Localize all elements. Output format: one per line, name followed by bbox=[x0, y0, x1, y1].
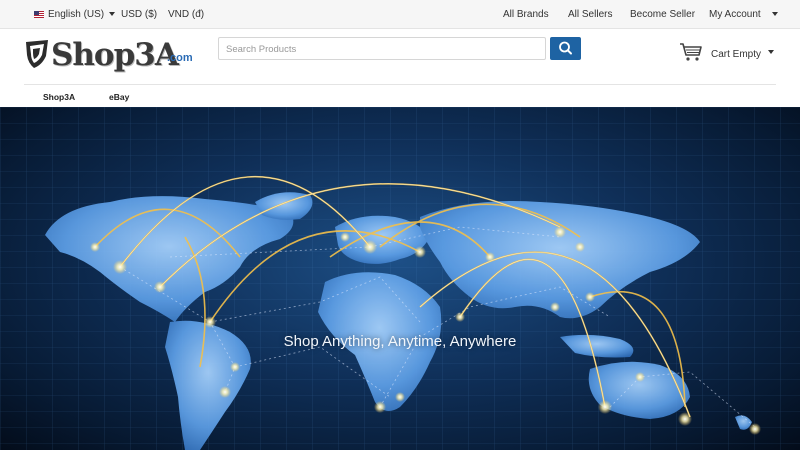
cart-button[interactable]: Cart Empty bbox=[679, 42, 779, 62]
cart-label: Cart Empty bbox=[711, 49, 762, 60]
all-sellers-link[interactable]: All Sellers bbox=[568, 9, 612, 20]
tab-shop3a[interactable]: Shop3A bbox=[43, 92, 75, 102]
site-header: Shop3A .com Search Products Cart Empty bbox=[0, 29, 800, 84]
main-nav: Shop3A eBay bbox=[24, 84, 776, 106]
top-bar: English (US) USD ($) VND (đ) All Brands … bbox=[0, 0, 800, 29]
shopping-cart-icon bbox=[680, 43, 702, 61]
hero-tagline: Shop Anything, Anytime, Anywhere bbox=[283, 333, 517, 350]
language-label: English (US) bbox=[48, 9, 105, 20]
site-logo[interactable]: Shop3A .com bbox=[24, 37, 199, 75]
world-map-graphic bbox=[0, 107, 800, 450]
my-account-label: My Account bbox=[709, 9, 761, 20]
shield-logo-icon bbox=[26, 40, 48, 68]
search-button[interactable] bbox=[550, 37, 581, 60]
tab-ebay[interactable]: eBay bbox=[109, 92, 129, 102]
currency-vnd-link[interactable]: VND (đ) bbox=[168, 9, 204, 20]
currency-usd-link[interactable]: USD ($) bbox=[121, 9, 157, 20]
search-icon bbox=[559, 41, 572, 55]
hero-banner[interactable]: Shop Anything, Anytime, Anywhere bbox=[0, 107, 800, 450]
language-selector[interactable]: English (US) bbox=[34, 9, 116, 20]
my-account-menu[interactable]: My Account bbox=[709, 9, 778, 20]
logo-text: Shop3A bbox=[51, 37, 179, 73]
search-input[interactable]: Search Products bbox=[218, 37, 546, 60]
become-seller-link[interactable]: Become Seller bbox=[630, 9, 695, 20]
chevron-down-icon bbox=[771, 12, 778, 16]
us-flag-icon bbox=[34, 11, 44, 18]
chevron-down-icon bbox=[109, 12, 116, 16]
chevron-down-icon bbox=[768, 50, 774, 54]
logo-domain: .com bbox=[167, 52, 193, 64]
all-brands-link[interactable]: All Brands bbox=[503, 9, 549, 20]
